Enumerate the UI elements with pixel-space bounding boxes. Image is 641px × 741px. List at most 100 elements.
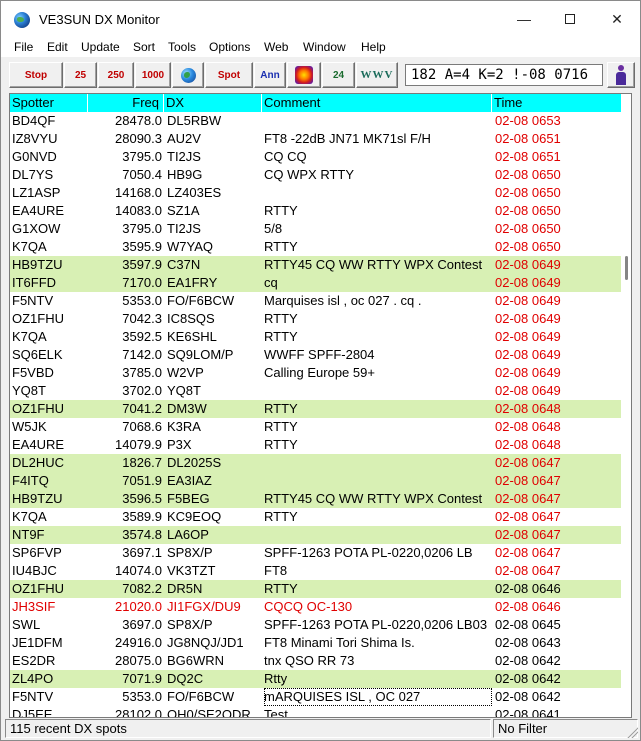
close-button[interactable]: ✕ — [594, 1, 640, 37]
cell-dx: W2VP — [167, 365, 204, 380]
table-row[interactable]: F5VBD 3785.0 W2VP Calling Europe 59+ 02-08 0… — [10, 364, 621, 382]
table-row[interactable]: SWL 3697.0 SP8X/P SPFF-1263 POTA PL-0220,02… — [10, 616, 621, 634]
table-row[interactable]: F4ITQ 7051.9 EA3IAZ 02-08 0647 — [10, 472, 621, 490]
cell-spotter: G0NVD — [12, 149, 57, 164]
table-row[interactable]: W5JK 7068.6 K3RA RTTY 02-08 0648 — [10, 418, 621, 436]
resize-grip-icon[interactable] — [626, 726, 638, 738]
cell-freq: 3595.9 — [122, 239, 162, 254]
table-row[interactable]: OZ1FHU 7041.2 DM3W RTTY 02-08 0648 — [10, 400, 621, 418]
status-bar: 115 recent DX spots No Filter — [1, 718, 640, 740]
table-row[interactable]: G1XOW 3795.0 TI2JS 5/8 02-08 0650 — [10, 220, 621, 238]
cell-comment: SPFF-1263 POTA PL-0220,0206 LB03 — [264, 617, 488, 632]
cell-dx: SP8X/P — [167, 617, 213, 632]
cell-dx: SZ1A — [167, 203, 200, 218]
cell-time: 02-08 0649 — [495, 383, 561, 398]
col-comment[interactable]: Comment — [262, 94, 492, 112]
cell-time: 02-08 0650 — [495, 221, 561, 236]
table-row[interactable]: NT9F 3574.8 LA6OP 02-08 0647 — [10, 526, 621, 544]
col-spotter[interactable]: Spotter — [10, 94, 88, 112]
spots-table[interactable]: Spotter Freq DX Comment Time BD4QF 28478.… — [9, 93, 632, 718]
cell-dx: DR5N — [167, 581, 203, 596]
table-row[interactable]: YQ8T 3702.0 YQ8T 02-08 0649 — [10, 382, 621, 400]
table-row[interactable]: K7QA 3592.5 KE6SHL RTTY 02-08 0649 — [10, 328, 621, 346]
menu-options[interactable]: Options — [209, 40, 250, 54]
cell-comment: RTTY — [264, 311, 298, 326]
cell-spotter: SP6FVP — [12, 545, 62, 560]
fetch-1000-button[interactable]: 1000 — [135, 62, 171, 88]
col-time[interactable]: Time — [492, 94, 621, 112]
cell-freq: 1826.7 — [122, 455, 162, 470]
table-row[interactable]: EA4URE 14079.9 P3X RTTY 02-08 0648 — [10, 436, 621, 454]
fetch-25-button[interactable]: 25 — [64, 62, 97, 88]
menu-update[interactable]: Update — [81, 40, 120, 54]
stop-button[interactable]: Stop — [9, 62, 63, 88]
cell-freq: 14168.0 — [115, 185, 162, 200]
spot-button[interactable]: Spot — [205, 62, 253, 88]
menu-help[interactable]: Help — [361, 40, 386, 54]
table-row[interactable]: DJ5EE 28102.0 OH0/SE2ODR Test 02-08 0641 — [10, 706, 621, 718]
table-row[interactable]: LZ1ASP 14168.0 LZ403ES 02-08 0650 — [10, 184, 621, 202]
table-row[interactable]: G0NVD 3795.0 TI2JS CQ CQ 02-08 0651 — [10, 148, 621, 166]
table-row[interactable]: K7QA 3595.9 W7YAQ RTTY 02-08 0650 — [10, 238, 621, 256]
cell-dx: YQ8T — [167, 383, 201, 398]
table-row[interactable]: HB9TZU 3597.9 C37N RTTY45 CQ WW RTTY WPX Co… — [10, 256, 621, 274]
cell-spotter: JE1DFM — [12, 635, 63, 650]
menu-tools[interactable]: Tools — [168, 40, 196, 54]
table-row[interactable]: DL7YS 7050.4 HB9G CQ WPX RTTY 02-08 0650 — [10, 166, 621, 184]
wwv-button[interactable]: WWV — [356, 62, 398, 88]
scroll-thumb[interactable] — [625, 256, 628, 280]
table-row[interactable]: IT6FFD 7170.0 EA1FRY cq 02-08 0649 — [10, 274, 621, 292]
table-row[interactable]: IZ8VYU 28090.3 AU2V FT8 -22dB JN71 MK71sl F… — [10, 130, 621, 148]
menu-file[interactable]: File — [14, 40, 33, 54]
user-button[interactable] — [607, 62, 635, 88]
firework-button[interactable] — [287, 62, 321, 88]
table-row[interactable]: ZL4PO 7071.9 DQ2C Rtty 02-08 0642 — [10, 670, 621, 688]
hours-24-button[interactable]: 24 — [322, 62, 355, 88]
table-row[interactable]: EA4URE 14083.0 SZ1A RTTY 02-08 0650 — [10, 202, 621, 220]
cell-spotter: IZ8VYU — [12, 131, 58, 146]
table-row[interactable]: SQ6ELK 7142.0 SQ9LOM/P WWFF SPFF-2804 02-08 … — [10, 346, 621, 364]
cell-time: 02-08 0646 — [495, 599, 561, 614]
col-dx[interactable]: DX — [164, 94, 262, 112]
col-freq[interactable]: Freq — [88, 94, 164, 112]
cell-freq: 3574.8 — [122, 527, 162, 542]
announce-button[interactable]: Ann — [254, 62, 286, 88]
maximize-icon — [565, 14, 575, 24]
table-row[interactable]: F5NTV 5353.0 FO/F6BCW mARQUISES ISL , OC 02… — [10, 688, 621, 706]
cell-time: 02-08 0647 — [495, 473, 561, 488]
table-row[interactable]: ES2DR 28075.0 BG6WRN tnx QSO RR 73 02-08 064… — [10, 652, 621, 670]
app-window: VE3SUN DX Monitor — ✕ File Edit Update S… — [0, 0, 641, 741]
cell-time: 02-08 0646 — [495, 581, 561, 596]
table-row[interactable]: JH3SIF 21020.0 JI1FGX/DU9 CQCQ OC-130 02-08 … — [10, 598, 621, 616]
menu-sort[interactable]: Sort — [133, 40, 155, 54]
vertical-scrollbar[interactable] — [621, 94, 631, 717]
cell-time: 02-08 0643 — [495, 635, 561, 650]
table-row[interactable]: OZ1FHU 7082.2 DR5N RTTY 02-08 0646 — [10, 580, 621, 598]
table-row[interactable]: SP6FVP 3697.1 SP8X/P SPFF-1263 POTA PL-0220… — [10, 544, 621, 562]
cell-time: 02-08 0648 — [495, 401, 561, 416]
cell-spotter: DJ5EE — [12, 707, 53, 718]
menu-web[interactable]: Web — [264, 40, 288, 54]
title-bar[interactable]: VE3SUN DX Monitor — ✕ — [1, 1, 640, 37]
cell-spotter: NT9F — [12, 527, 45, 542]
table-row[interactable]: BD4QF 28478.0 DL5RBW 02-08 0653 — [10, 112, 621, 130]
menu-window[interactable]: Window — [303, 40, 346, 54]
globe-button[interactable] — [172, 62, 204, 88]
table-row[interactable]: OZ1FHU 7042.3 IC8SQS RTTY 02-08 0649 — [10, 310, 621, 328]
table-row[interactable]: JE1DFM 24916.0 JG8NQJ/JD1 FT8 Minami Tori S… — [10, 634, 621, 652]
table-row[interactable]: K7QA 3589.9 KC9EOQ RTTY 02-08 0647 — [10, 508, 621, 526]
table-row[interactable]: F5NTV 5353.0 FO/F6BCW Marquises isl , oc 02… — [10, 292, 621, 310]
table-row[interactable]: IU4BJC 14074.0 VK3TZT FT8 02-08 0647 — [10, 562, 621, 580]
minimize-button[interactable]: — — [501, 1, 547, 37]
cell-time: 02-08 0649 — [495, 257, 561, 272]
cell-spotter: SWL — [12, 617, 41, 632]
maximize-button[interactable] — [547, 1, 593, 37]
table-row[interactable]: HB9TZU 3596.5 F5BEG RTTY45 CQ WW RTTY WPX C… — [10, 490, 621, 508]
cell-comment: FT8 -22dB JN71 MK71sl F/H — [264, 131, 431, 146]
table-row[interactable]: DL2HUC 1826.7 DL2025S 02-08 0647 — [10, 454, 621, 472]
menu-edit[interactable]: Edit — [47, 40, 68, 54]
cell-spotter: K7QA — [12, 329, 47, 344]
cell-time: 02-08 0642 — [495, 689, 561, 704]
cell-comment: cq — [264, 275, 278, 290]
fetch-250-button[interactable]: 250 — [98, 62, 134, 88]
